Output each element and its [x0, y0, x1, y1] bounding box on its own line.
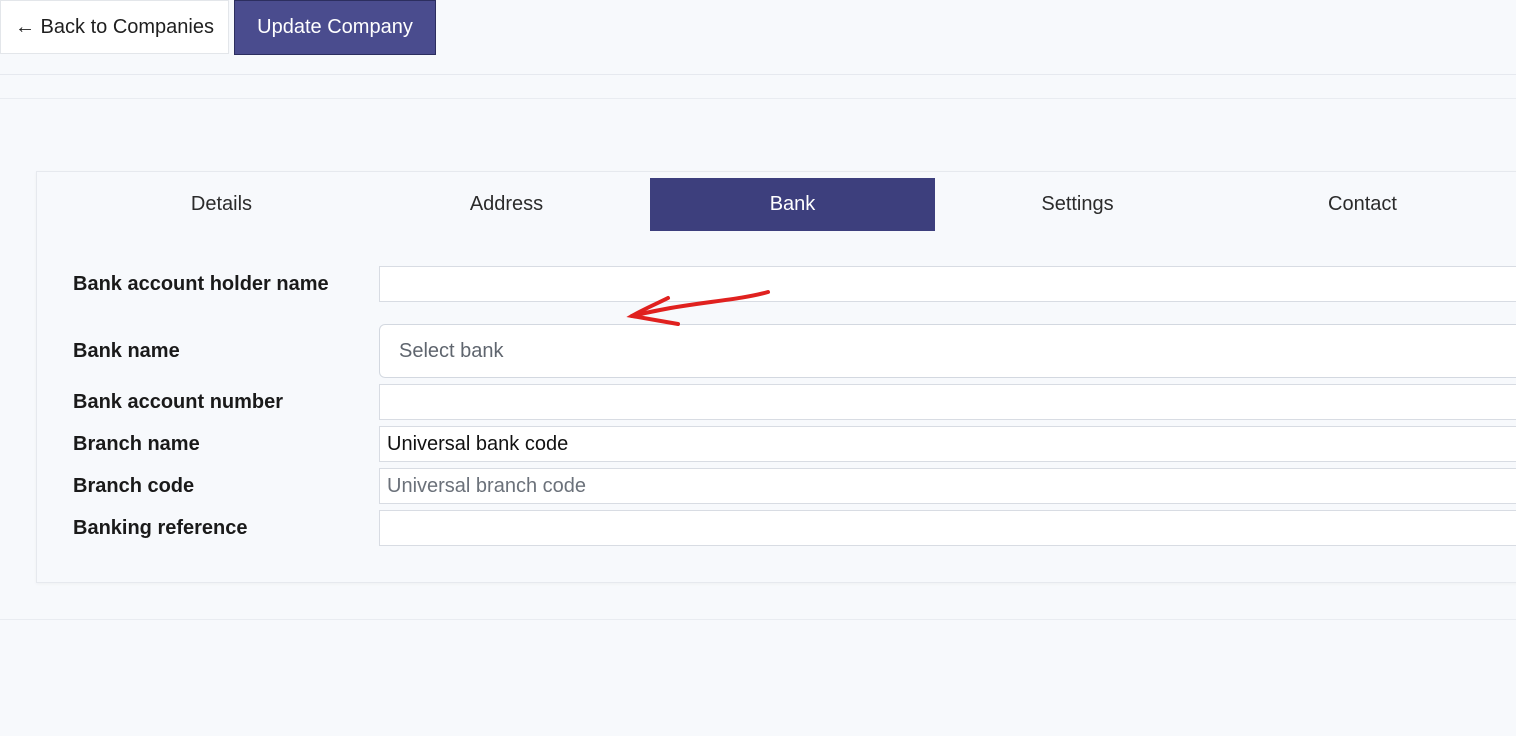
branch-name-field[interactable]: Universal bank code: [379, 426, 1516, 462]
branch-code-label: Branch code: [73, 475, 195, 497]
branch-code-field[interactable]: Universal branch code: [379, 468, 1516, 504]
bank-name-label: Bank name: [73, 340, 180, 362]
top-toolbar: ← Back to Companies Update Company: [0, 0, 1516, 75]
tab-address[interactable]: Address: [364, 178, 649, 231]
divider: [0, 98, 1516, 99]
tab-bank[interactable]: Bank: [650, 178, 935, 231]
tab-bar: Details Address Bank Settings Contact: [79, 178, 1516, 231]
banking-reference-field[interactable]: [379, 510, 1516, 546]
tab-details[interactable]: Details: [79, 178, 364, 231]
tab-contact[interactable]: Contact: [1220, 178, 1505, 231]
branch-name-label: Branch name: [73, 433, 200, 455]
banking-reference-label: Banking reference: [73, 517, 248, 539]
account-holder-field[interactable]: [379, 266, 1516, 302]
account-number-field[interactable]: [379, 384, 1516, 420]
account-number-label: Bank account number: [73, 391, 284, 413]
update-company-button[interactable]: Update Company: [234, 0, 436, 55]
divider: [0, 619, 1516, 620]
account-holder-label: Bank account holder name: [73, 273, 329, 295]
back-to-companies-button[interactable]: ← Back to Companies: [0, 0, 229, 54]
tab-settings[interactable]: Settings: [935, 178, 1220, 231]
bank-name-select[interactable]: Select bank: [379, 324, 1516, 378]
